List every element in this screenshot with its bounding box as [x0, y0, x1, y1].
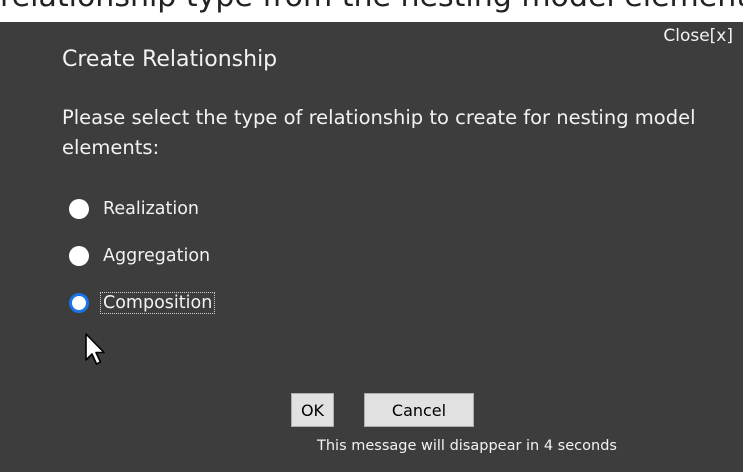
countdown-message: This message will disappear in 4 seconds: [317, 438, 617, 454]
radio-label-aggregation: Aggregation: [103, 246, 211, 266]
radio-option-aggregation[interactable]: Aggregation: [69, 244, 212, 268]
close-link[interactable]: Close[x]: [663, 26, 733, 46]
dialog-message: Please select the type of relationship t…: [62, 106, 696, 159]
background-text-fragment: relationship type from the nesting model…: [0, 0, 743, 22]
radio-button-realization[interactable]: [69, 199, 89, 219]
dialog-title: Create Relationship: [62, 47, 278, 72]
mouse-pointer-icon: [85, 333, 105, 365]
radio-option-composition[interactable]: Composition: [69, 291, 216, 315]
cancel-button[interactable]: Cancel: [364, 393, 474, 427]
radio-option-realization[interactable]: Realization: [69, 197, 201, 221]
radio-button-composition[interactable]: [69, 293, 89, 313]
create-relationship-dialog: Close[x] Create Relationship Please sele…: [0, 22, 743, 472]
radio-button-aggregation[interactable]: [69, 246, 89, 266]
radio-label-realization: Realization: [103, 199, 200, 219]
ok-button[interactable]: OK: [291, 393, 334, 427]
radio-label-composition: Composition: [99, 292, 216, 314]
